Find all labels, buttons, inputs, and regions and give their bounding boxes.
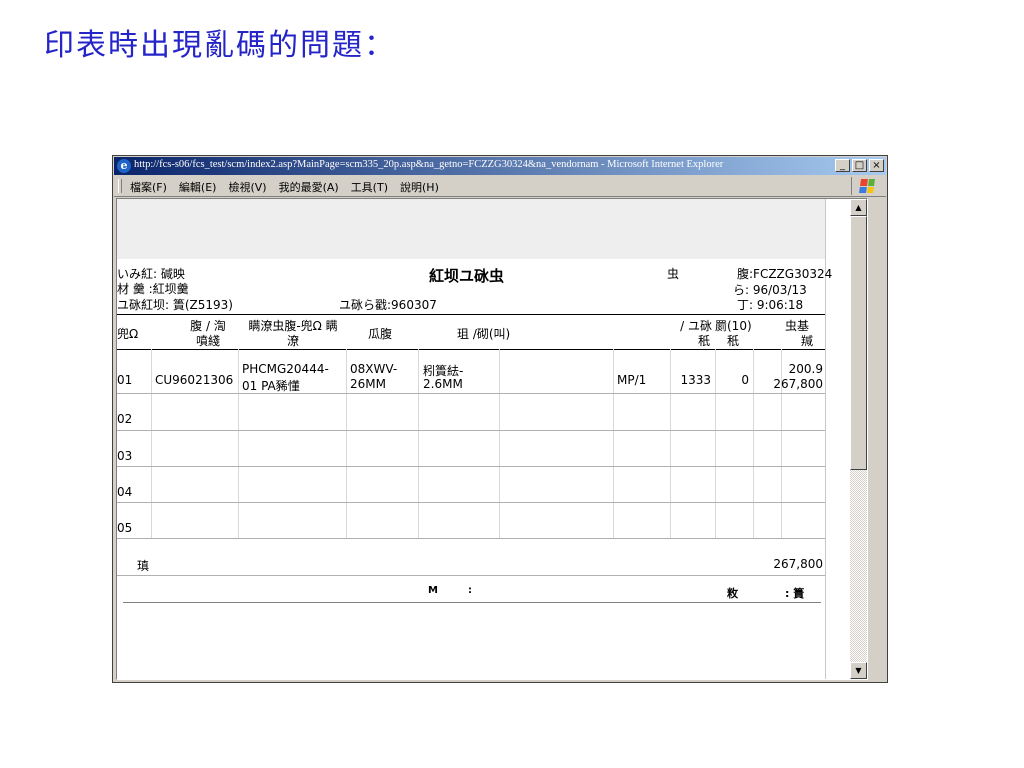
row-part-2: 01 PA豨懂: [242, 379, 300, 393]
scroll-thumb[interactable]: [850, 216, 867, 470]
row-no-02: 02: [117, 412, 133, 426]
total-label: 瑱: [137, 559, 150, 573]
row-unit: MP/1: [617, 373, 647, 387]
footer-right-value: : 簣: [785, 587, 805, 600]
vertical-scrollbar[interactable]: ▲ ▼: [850, 199, 867, 679]
row-price-1: 200.9: [788, 362, 823, 376]
row-price-2: 267,800: [773, 377, 823, 391]
scroll-up-icon[interactable]: ▲: [850, 199, 867, 216]
menu-view[interactable]: 檢視(V): [228, 179, 266, 195]
menu-bar: 檔案(F) 編輯(E) 檢視(V) 我的最愛(A) 工具(T) 說明(H): [114, 176, 886, 197]
info-left-3: ユ砯紅坝: 簣(Z5193): [117, 298, 233, 312]
header-unit-2: 秖: [697, 334, 710, 348]
footer-m-label: M: [428, 585, 438, 596]
page-top-band: [117, 199, 825, 259]
info-right-3: 丁: 9:06:18: [737, 298, 804, 312]
window-title: http://fcs-s06/fcs_test/scm/index2.asp?M…: [134, 159, 724, 170]
header-spec: 瓜腹: [367, 327, 392, 341]
row-no-05: 05: [117, 521, 133, 535]
row-desc-2: 2.6MM: [423, 377, 463, 391]
browser-window: e http://fcs-s06/fcs_test/scm/index2.asp…: [112, 155, 888, 683]
menu-tools[interactable]: 工具(T): [351, 179, 388, 195]
menu-favorites[interactable]: 我的最愛(A): [279, 179, 339, 195]
header-part-2: 潦: [286, 334, 299, 348]
document-title: 紅坝ユ砯虫: [429, 267, 505, 285]
minimize-button[interactable]: _: [835, 159, 850, 172]
info-right-1: 腹:FCZZG30324: [737, 267, 833, 281]
menu-grip-handle[interactable]: [118, 179, 122, 193]
row-no-04: 04: [117, 485, 133, 499]
menu-help[interactable]: 說明(H): [400, 179, 439, 195]
ie-logo-icon: e: [117, 159, 131, 173]
row-spec-1: 08XWV-: [350, 362, 398, 376]
header-order-2: 噴綫: [195, 334, 220, 348]
info-left-2: 材 羹 :紅坝羹: [117, 282, 189, 296]
header-no: 兜Ω: [117, 327, 139, 341]
row-part-1: PHCMG20444-: [242, 362, 329, 376]
row-qty: 1333: [680, 373, 711, 387]
row-spec-2: 26MM: [350, 377, 386, 391]
page-viewport: 紅坝ユ砯虫 いみ紅: 碱映 材 羹 :紅坝羹 ユ砯紅坝: 簣(Z5193) ユ砯…: [116, 198, 868, 680]
header-desc: 珇 /砌(叫): [457, 327, 511, 341]
header-qty-2: 秖: [726, 334, 739, 348]
title-bar: e http://fcs-s06/fcs_test/scm/index2.asp…: [114, 157, 886, 175]
scroll-down-icon[interactable]: ▼: [850, 662, 867, 679]
row-no: 01: [117, 373, 133, 387]
footer-right-label: 敉: [727, 587, 738, 600]
total-value: 267,800: [773, 557, 823, 571]
close-button[interactable]: ×: [869, 159, 884, 172]
slide-title: 印表時出現亂碼的問題：: [44, 28, 396, 63]
menu-edit[interactable]: 編輯(E): [179, 179, 217, 195]
row-no-03: 03: [117, 449, 133, 463]
row-order: CU96021306: [155, 373, 234, 387]
menu-file[interactable]: 檔案(F): [130, 179, 167, 195]
info-right-label: 虫: [667, 267, 680, 281]
windows-logo-icon: [851, 177, 882, 195]
header-price-2: 羬: [800, 334, 813, 348]
row-qty2: 0: [741, 373, 749, 387]
maximize-button[interactable]: □: [852, 159, 867, 172]
info-date: ユ砯ら戳:960307: [339, 298, 437, 312]
footer-colon: :: [468, 585, 472, 596]
